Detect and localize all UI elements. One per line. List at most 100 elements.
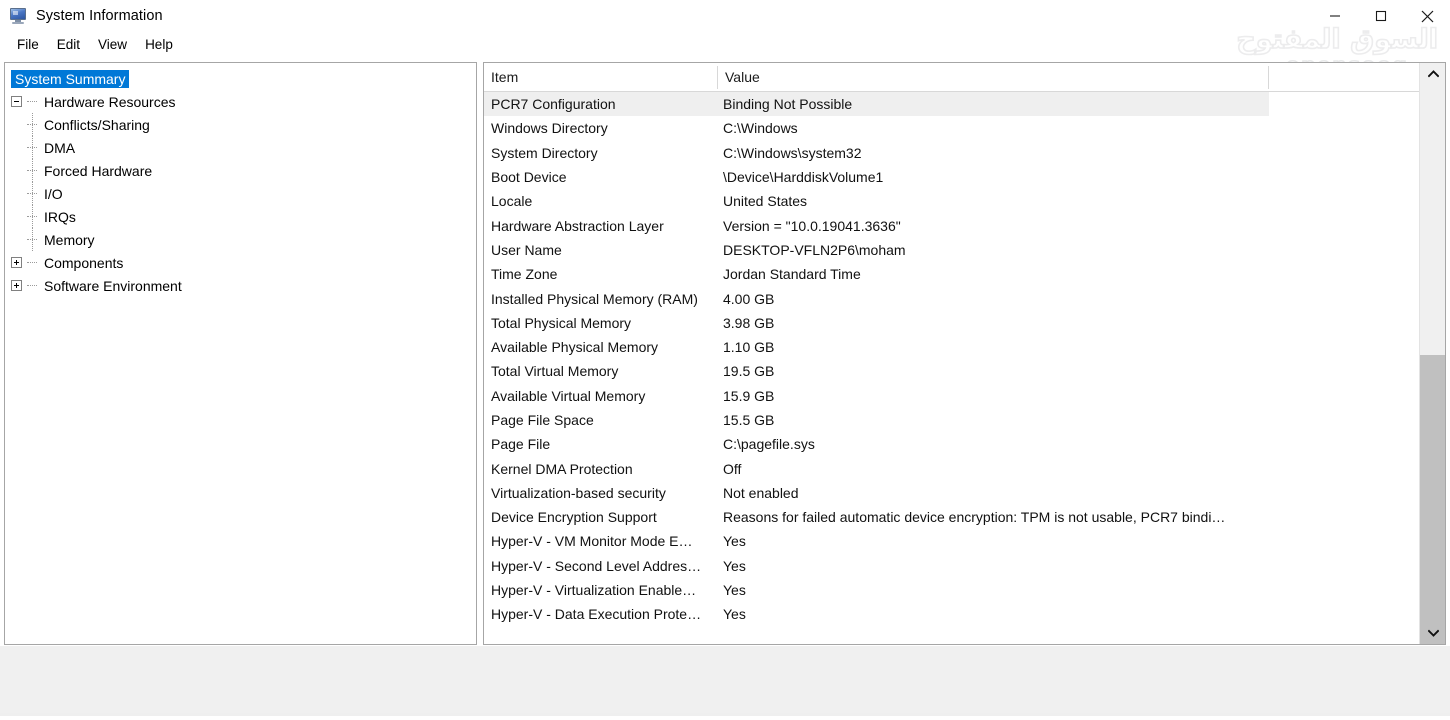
tree-item-label: I/O (44, 185, 63, 202)
tree-item-system-summary[interactable]: System Summary (11, 67, 476, 90)
scrollbar-track[interactable] (1420, 85, 1445, 644)
cell-item: Virtualization-based security (491, 484, 666, 501)
tree-item-label: Memory (44, 231, 95, 248)
cell-value: Version = "10.0.19041.3636" (723, 217, 901, 234)
table-row[interactable]: Hyper-V - Data Execution Prote… Yes (484, 602, 1269, 626)
minimize-icon[interactable] (1312, 0, 1358, 32)
tree-item-label: DMA (44, 139, 76, 156)
cell-item: Total Virtual Memory (491, 363, 619, 380)
cell-value: 15.9 GB (723, 387, 775, 404)
menu-edit[interactable]: Edit (48, 35, 89, 54)
cell-value: United States (723, 193, 808, 210)
column-header-item[interactable]: Item (484, 63, 717, 91)
system-information-window: System Information File Edit View Help ا… (0, 0, 1450, 720)
cell-value: 3.98 GB (723, 314, 775, 331)
window-bottom-edge (0, 713, 1450, 716)
tree-item-hardware-resources[interactable]: Hardware Resources (11, 90, 476, 113)
cell-item: System Directory (491, 144, 598, 161)
table-row[interactable]: Hyper-V - VM Monitor Mode E… Yes (484, 529, 1269, 553)
tree-item-label: Components (44, 254, 124, 271)
table-row[interactable]: Device Encryption Support Reasons for fai… (484, 505, 1269, 529)
table-row[interactable]: Available Virtual Memory 15.9 GB (484, 384, 1269, 408)
tree-item-software-environment[interactable]: Software Environment (11, 274, 476, 297)
tree-connector-line (32, 228, 33, 251)
tree-item-conflicts-sharing[interactable]: Conflicts/Sharing (11, 113, 476, 136)
table-row[interactable]: Hyper-V - Second Level Addres… Yes (484, 554, 1269, 578)
table-row[interactable]: Virtualization-based security Not enabled (484, 481, 1269, 505)
computer-monitor-icon (10, 8, 27, 24)
cell-value: C:\pagefile.sys (723, 436, 815, 453)
table-row[interactable]: Total Physical Memory 3.98 GB (484, 311, 1269, 335)
cell-item: Installed Physical Memory (RAM) (491, 290, 698, 307)
table-row[interactable]: Windows Directory C:\Windows (484, 116, 1269, 140)
table-row[interactable]: Time Zone Jordan Standard Time (484, 262, 1269, 286)
cell-item: Total Physical Memory (491, 314, 632, 331)
tree-connector-line (32, 159, 33, 182)
tree-item-forced-hardware[interactable]: Forced Hardware (11, 159, 476, 182)
table-row[interactable]: Locale United States (484, 189, 1269, 213)
category-tree: System Summary Hardware Resources Conflict… (5, 63, 476, 297)
collapse-node-icon[interactable] (11, 96, 22, 107)
cell-item: User Name (491, 241, 562, 258)
menu-help[interactable]: Help (136, 35, 182, 54)
cell-item: Page File Space (491, 412, 594, 428)
table-row[interactable]: Boot Device \Device\HarddiskVolume1 (484, 165, 1269, 189)
cell-value: Binding Not Possible (723, 96, 853, 113)
cell-value: Yes (723, 606, 746, 623)
table-row[interactable]: Hyper-V - Virtualization Enable… Yes (484, 578, 1269, 602)
table-row[interactable]: Total Virtual Memory 19.5 GB (484, 359, 1269, 383)
scroll-up-icon[interactable] (1420, 63, 1445, 85)
column-divider-right[interactable] (1268, 66, 1269, 89)
cell-value: 4.00 GB (723, 290, 775, 307)
tree-item-irqs[interactable]: IRQs (11, 205, 476, 228)
cell-item: Available Virtual Memory (491, 387, 646, 404)
tree-connector-line (32, 136, 33, 159)
cell-value: Reasons for failed automatic device encr… (723, 509, 1226, 526)
menu-bar: File Edit View Help (0, 33, 1450, 56)
table-row[interactable]: Kernel DMA Protection Off (484, 456, 1269, 480)
tree-item-i-o[interactable]: I/O (11, 182, 476, 205)
tree-item-memory[interactable]: Memory (11, 228, 476, 251)
cell-item: Available Physical Memory (491, 339, 659, 356)
table-row[interactable]: User Name DESKTOP-VFLN2P6\moham (484, 238, 1269, 262)
details-vertical-scrollbar[interactable] (1419, 63, 1445, 644)
table-row[interactable]: Installed Physical Memory (RAM) 4.00 GB (484, 286, 1269, 310)
title-bar: System Information (0, 0, 1450, 32)
tree-item-components[interactable]: Components (11, 251, 476, 274)
cell-value: C:\Windows\system32 (723, 144, 862, 161)
tree-connector-line (32, 182, 33, 205)
table-row[interactable]: Available Physical Memory 1.10 GB (484, 335, 1269, 359)
cell-item: Locale (491, 193, 533, 210)
tree-item-dma[interactable]: DMA (11, 136, 476, 159)
close-icon[interactable] (1404, 0, 1450, 32)
tree-connector-line (32, 113, 33, 136)
expand-node-icon[interactable] (11, 257, 22, 268)
cell-item: Hyper-V - Virtualization Enable… (491, 582, 697, 599)
cell-value: Yes (723, 557, 746, 574)
details-list-rows: PCR7 Configuration Binding Not Possible Wi… (484, 92, 1445, 627)
table-row[interactable]: Page File C:\pagefile.sys (484, 432, 1269, 456)
tree-item-label: Forced Hardware (44, 162, 153, 179)
scrollbar-thumb[interactable] (1420, 355, 1445, 644)
scroll-down-icon[interactable] (1420, 622, 1445, 644)
tree-item-label: Hardware Resources (44, 93, 176, 110)
menu-file[interactable]: File (8, 35, 48, 54)
tree-connector-dash (27, 285, 37, 286)
menu-view[interactable]: View (89, 35, 136, 54)
cell-value: 15.5 GB (723, 412, 775, 428)
tree-item-label: IRQs (44, 208, 76, 225)
cell-item: Page File (491, 436, 551, 453)
maximize-icon[interactable] (1358, 0, 1404, 32)
column-header-value[interactable]: Value (718, 63, 1268, 91)
expand-node-icon[interactable] (11, 280, 22, 291)
table-row[interactable]: Hardware Abstraction Layer Version = "10.… (484, 213, 1269, 237)
cell-item: PCR7 Configuration (491, 96, 616, 113)
category-tree-panel: System Summary Hardware Resources Conflict… (4, 62, 477, 645)
cell-value: DESKTOP-VFLN2P6\moham (723, 241, 906, 258)
table-row[interactable]: System Directory C:\Windows\system32 (484, 141, 1269, 165)
table-row[interactable]: PCR7 Configuration Binding Not Possible (484, 92, 1269, 117)
cell-value: 19.5 GB (723, 363, 775, 380)
table-row[interactable]: Page File Space 15.5 GB (484, 408, 1269, 432)
cell-item: Hyper-V - Data Execution Prote… (491, 606, 702, 623)
cell-item: Kernel DMA Protection (491, 460, 633, 477)
